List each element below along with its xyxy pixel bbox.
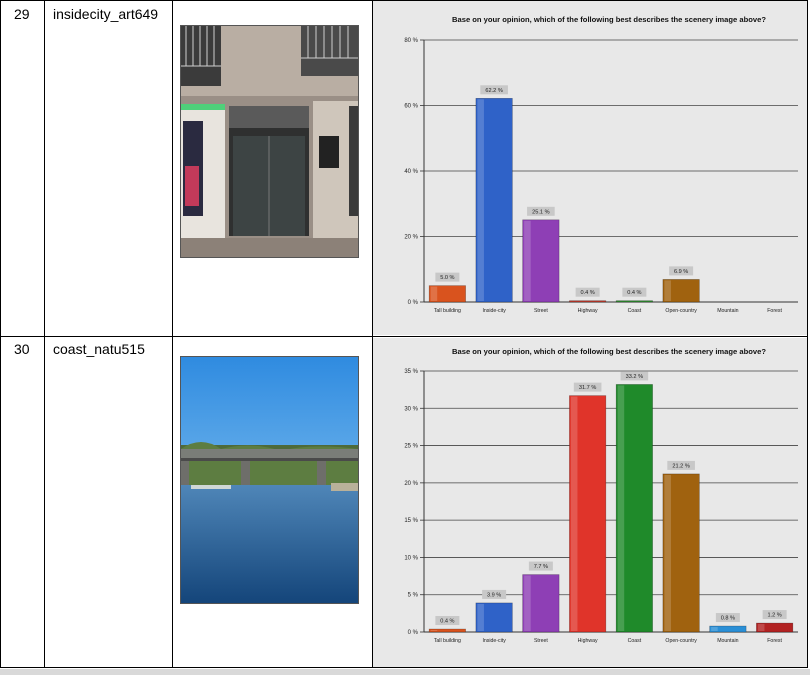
bar-highlight [477, 603, 484, 631]
table-border [172, 0, 173, 668]
x-tick-label: Highway [578, 638, 598, 644]
y-tick-label: 5 % [408, 593, 419, 599]
bar-highlight [664, 474, 671, 631]
y-tick-label: 60 % [404, 104, 418, 110]
x-tick-label: Forest [767, 308, 782, 314]
data-label: 1.2 % [767, 613, 781, 619]
bar-highlight [477, 99, 484, 301]
y-tick-label: 15 % [404, 518, 418, 524]
image-name: insidecity_art649 [53, 6, 159, 22]
chart-title: Base on your opinion, which of the follo… [452, 15, 766, 24]
x-tick-label: Inside-city [482, 638, 506, 644]
data-label: 6.9 % [674, 269, 688, 275]
bar-highlight [617, 385, 625, 631]
y-tick-label: 0 % [408, 300, 419, 306]
data-label: 0.4 % [440, 619, 454, 625]
y-tick-label: 25 % [404, 444, 418, 450]
data-label: 25.1 % [532, 209, 549, 215]
row-number: 29 [14, 6, 30, 22]
bar-highlight [757, 624, 765, 631]
data-label: 33.2 % [626, 374, 643, 380]
table-border [0, 0, 1, 668]
bar-highlight [430, 630, 438, 631]
y-tick-label: 10 % [404, 555, 418, 561]
table-border [0, 0, 808, 1]
bar [569, 300, 607, 303]
x-tick-label: Inside-city [482, 308, 506, 314]
x-tick-label: Open-country [665, 638, 697, 644]
image-name: coast_natu515 [53, 341, 145, 357]
data-label: 31.7 % [579, 385, 596, 391]
table-border [0, 336, 808, 337]
x-tick-label: Mountain [717, 638, 738, 644]
data-label: 0.4 % [627, 290, 641, 296]
x-tick-label: Forest [767, 638, 782, 644]
x-tick-label: Tall building [434, 308, 461, 314]
table-border [372, 0, 373, 668]
x-tick-label: Tall building [434, 638, 461, 644]
table-border [807, 0, 808, 668]
bar-chart-29: Base on your opinion, which of the follo… [404, 15, 798, 314]
bar-chart-30: Base on your opinion, which of the follo… [404, 347, 798, 644]
page-footer-strip [0, 669, 810, 675]
results-table: 29 insidecity_art649 30 coast_natu515 Ba… [0, 0, 810, 675]
data-label: 7.7 % [534, 564, 548, 570]
x-tick-label: Highway [578, 308, 598, 314]
data-label: 3.9 % [487, 592, 501, 598]
x-tick-label: Coast [628, 638, 642, 644]
x-tick-label: Street [534, 308, 548, 314]
x-tick-label: Street [534, 638, 548, 644]
y-tick-label: 30 % [404, 406, 418, 412]
chart-title: Base on your opinion, which of the follo… [452, 347, 766, 356]
row-number: 30 [14, 341, 30, 357]
bar-highlight [570, 396, 578, 631]
bar-highlight [524, 575, 531, 631]
bar-highlight [524, 220, 531, 301]
y-tick-label: 20 % [404, 481, 418, 487]
x-tick-label: Mountain [717, 308, 738, 314]
table-border [0, 667, 808, 668]
y-tick-label: 20 % [404, 235, 418, 241]
y-tick-label: 35 % [404, 369, 418, 375]
table-border [44, 0, 45, 668]
data-label: 5.0 % [440, 275, 454, 281]
bar-highlight [664, 280, 671, 301]
data-label: 0.8 % [721, 616, 735, 622]
x-tick-label: Coast [628, 308, 642, 314]
data-label: 62.2 % [485, 88, 502, 94]
bar-highlight [430, 286, 438, 301]
y-tick-label: 80 % [404, 38, 418, 44]
x-tick-label: Open-country [665, 308, 697, 314]
y-tick-label: 0 % [408, 630, 419, 636]
river-bridge-photo [180, 356, 359, 604]
bar-highlight [711, 627, 718, 631]
city-storefront-photo [180, 25, 359, 258]
data-label: 21.2 % [672, 463, 689, 469]
bar [615, 300, 653, 303]
y-tick-label: 40 % [404, 169, 418, 175]
data-label: 0.4 % [580, 290, 594, 296]
